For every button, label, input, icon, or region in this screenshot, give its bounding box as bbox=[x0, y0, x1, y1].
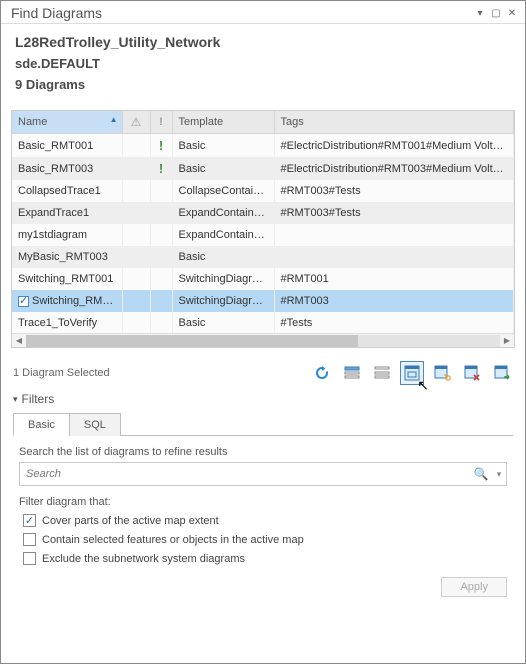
table-row[interactable]: Basic_RMT001!Basic#ElectricDistribution#… bbox=[12, 134, 514, 158]
selection-status: 1 Diagram Selected bbox=[13, 367, 110, 379]
cell-name: CollapsedTrace1 bbox=[12, 180, 122, 202]
cell-flag bbox=[150, 202, 172, 224]
cell-flag: ! bbox=[150, 134, 172, 158]
cell-tags: #RMT003 bbox=[274, 290, 514, 312]
cell-tags bbox=[274, 224, 514, 246]
sort-asc-icon: ▲ bbox=[110, 115, 118, 124]
table-row[interactable]: ExpandTrace1 ExpandContainers#RMT003#Test… bbox=[12, 202, 514, 224]
tab-sql[interactable]: SQL bbox=[69, 413, 121, 436]
clear-selection-button[interactable] bbox=[371, 362, 393, 384]
open-diagram-button[interactable]: ↖ bbox=[401, 362, 423, 384]
horizontal-scrollbar[interactable]: ◀ ▶ bbox=[12, 333, 514, 347]
col-header-flag[interactable]: ! bbox=[150, 111, 172, 134]
refresh-button[interactable] bbox=[311, 362, 333, 384]
cell-warn bbox=[122, 312, 150, 334]
cell-warn bbox=[122, 180, 150, 202]
cell-template: Basic bbox=[172, 312, 274, 334]
label-contain-features: Contain selected features or objects in … bbox=[42, 534, 304, 546]
table-row[interactable]: Switching_RMT001 SwitchingDiagrams#RMT001 bbox=[12, 268, 514, 290]
cell-warn bbox=[122, 134, 150, 158]
cell-flag bbox=[150, 224, 172, 246]
cell-flag bbox=[150, 246, 172, 268]
cell-name: Switching_RMT003 bbox=[12, 290, 122, 312]
col-header-name[interactable]: Name ▲ bbox=[12, 111, 122, 134]
maximize-icon[interactable]: ▢ bbox=[489, 6, 503, 20]
cell-name: my1stdiagram bbox=[12, 224, 122, 246]
checkbox-exclude-subnetwork[interactable] bbox=[23, 552, 36, 565]
remove-diagram-button[interactable] bbox=[461, 362, 483, 384]
cell-name: Switching_RMT001 bbox=[12, 268, 122, 290]
cell-template: Basic bbox=[172, 157, 274, 180]
cell-tags: #ElectricDistribution#RMT001#Medium Volt… bbox=[274, 134, 514, 158]
cell-template: ExpandContainers bbox=[172, 202, 274, 224]
table-row[interactable]: MyBasic_RMT003 Basic bbox=[12, 246, 514, 268]
row-checkbox[interactable] bbox=[18, 296, 29, 307]
cell-tags: #ElectricDistribution#RMT003#Medium Volt… bbox=[274, 157, 514, 180]
diagrams-table: Name ▲ ⚠ ! Template Tags Basic_RMT001!Ba… bbox=[11, 110, 515, 348]
search-label: Search the list of diagrams to refine re… bbox=[19, 446, 507, 458]
cell-warn bbox=[122, 268, 150, 290]
cell-tags: #Tests bbox=[274, 312, 514, 334]
scroll-right-icon[interactable]: ▶ bbox=[500, 334, 514, 348]
cell-template: ExpandContainers bbox=[172, 224, 274, 246]
cell-warn bbox=[122, 290, 150, 312]
cell-tags bbox=[274, 246, 514, 268]
col-header-warn[interactable]: ⚠ bbox=[122, 111, 150, 134]
cell-warn bbox=[122, 157, 150, 180]
scroll-left-icon[interactable]: ◀ bbox=[12, 334, 26, 348]
label-exclude-subnetwork: Exclude the subnetwork system diagrams bbox=[42, 553, 245, 565]
cell-template: SwitchingDiagrams bbox=[172, 268, 274, 290]
cell-name: Basic_RMT001 bbox=[12, 134, 122, 158]
export-diagram-button[interactable] bbox=[491, 362, 513, 384]
apply-button[interactable]: Apply bbox=[441, 577, 507, 597]
checkbox-contain-features[interactable] bbox=[23, 533, 36, 546]
add-diagram-button[interactable] bbox=[431, 362, 453, 384]
warning-icon: ⚠ bbox=[131, 115, 142, 129]
close-icon[interactable]: ✕ bbox=[505, 6, 519, 20]
search-input[interactable] bbox=[20, 464, 470, 484]
cell-name: Basic_RMT003 bbox=[12, 157, 122, 180]
cell-name: Trace1_ToVerify bbox=[12, 312, 122, 334]
cell-warn bbox=[122, 224, 150, 246]
table-row[interactable]: my1stdiagram ExpandContainers bbox=[12, 224, 514, 246]
cell-name: ExpandTrace1 bbox=[12, 202, 122, 224]
network-name: L28RedTrolley_Utility_Network bbox=[15, 34, 511, 50]
table-row[interactable]: Switching_RMT003 SwitchingDiagrams#RMT003 bbox=[12, 290, 514, 312]
checkbox-cover-extent[interactable] bbox=[23, 514, 36, 527]
diagram-count: 9 Diagrams bbox=[15, 77, 511, 92]
cell-tags: #RMT001 bbox=[274, 268, 514, 290]
col-header-template[interactable]: Template bbox=[172, 111, 274, 134]
search-dropdown-icon[interactable]: ▾ bbox=[492, 469, 506, 480]
select-all-button[interactable] bbox=[341, 362, 363, 384]
dropdown-icon[interactable]: ▾ bbox=[473, 6, 487, 20]
cell-template: Basic bbox=[172, 134, 274, 158]
cell-template: CollapseContainers bbox=[172, 180, 274, 202]
cell-flag: ! bbox=[150, 157, 172, 180]
cell-tags: #RMT003#Tests bbox=[274, 180, 514, 202]
chevron-down-icon: ▾ bbox=[13, 394, 18, 405]
flag-icon: ! bbox=[159, 116, 163, 128]
cell-warn bbox=[122, 246, 150, 268]
cell-name: MyBasic_RMT003 bbox=[12, 246, 122, 268]
cell-flag bbox=[150, 312, 172, 334]
window-title: Find Diagrams bbox=[11, 5, 102, 21]
table-row[interactable]: Trace1_ToVerify Basic#Tests bbox=[12, 312, 514, 334]
table-row[interactable]: CollapsedTrace1 CollapseContainers#RMT003… bbox=[12, 180, 514, 202]
cell-warn bbox=[122, 202, 150, 224]
col-header-tags[interactable]: Tags bbox=[274, 111, 514, 134]
context-name: sde.DEFAULT bbox=[15, 56, 511, 71]
filters-toggle[interactable]: ▾ Filters bbox=[13, 392, 513, 406]
table-row[interactable]: Basic_RMT003!Basic#ElectricDistribution#… bbox=[12, 157, 514, 180]
cell-flag bbox=[150, 290, 172, 312]
cell-flag bbox=[150, 268, 172, 290]
cell-template: Basic bbox=[172, 246, 274, 268]
cell-template: SwitchingDiagrams bbox=[172, 290, 274, 312]
label-cover-extent: Cover parts of the active map extent bbox=[42, 515, 219, 527]
cell-flag bbox=[150, 180, 172, 202]
tab-basic[interactable]: Basic bbox=[13, 413, 70, 436]
filter-group-label: Filter diagram that: bbox=[19, 496, 507, 508]
cell-tags: #RMT003#Tests bbox=[274, 202, 514, 224]
search-icon[interactable]: 🔍 bbox=[470, 467, 492, 481]
